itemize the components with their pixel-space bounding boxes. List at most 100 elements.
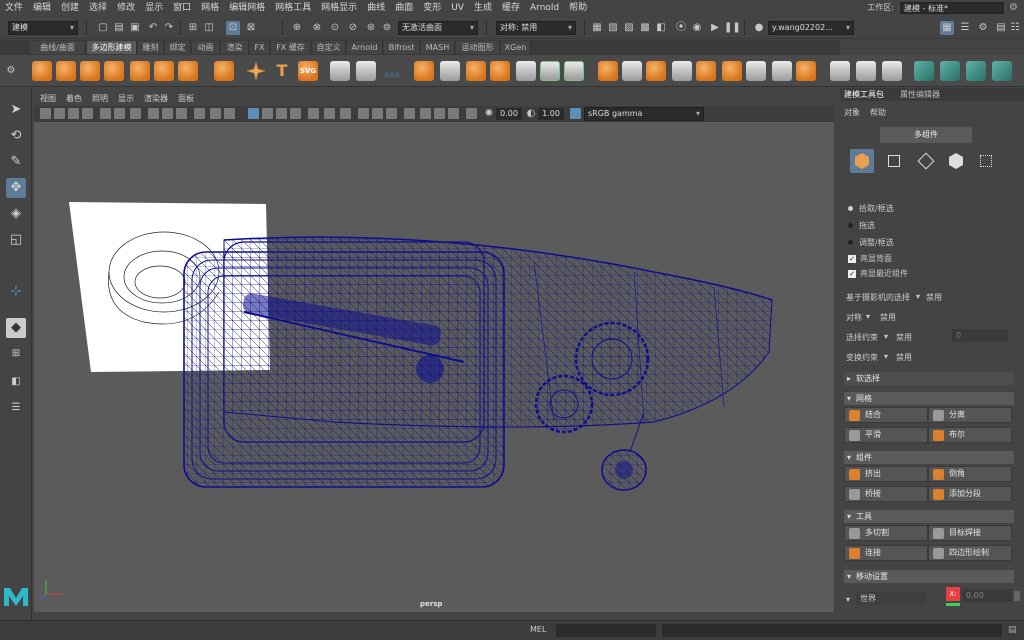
menu-item[interactable]: 创建	[56, 0, 84, 16]
connect-button[interactable]: 连接	[844, 545, 928, 561]
component-display-icon[interactable]	[466, 108, 477, 119]
mesh-section-header[interactable]: 网格	[844, 392, 1014, 405]
combine-button[interactable]: 结合	[844, 407, 928, 423]
show-manipulator-icon[interactable]: ⊹	[6, 282, 26, 302]
menu-item[interactable]: 选择	[84, 0, 112, 16]
poly-torus-icon[interactable]	[130, 61, 150, 81]
shelf-tab[interactable]: XGen	[501, 41, 531, 54]
script-editor-icon[interactable]: ▤	[1008, 625, 1020, 637]
user-avatar-icon[interactable]: ●	[752, 21, 766, 35]
snap-curve-icon[interactable]: ⊗	[310, 21, 324, 35]
select-constraint-field[interactable]: 0	[952, 329, 1008, 342]
viewport-menu-item[interactable]: 照明	[92, 92, 108, 106]
menu-item[interactable]: 文件	[0, 0, 28, 16]
tweak-marquee-radio[interactable]: 调整/框选	[848, 237, 894, 248]
symmetry-value[interactable]: 禁用	[880, 312, 896, 323]
insert-edge-loop-icon[interactable]	[856, 61, 876, 81]
menu-item[interactable]: Arnold	[525, 0, 564, 16]
exposure-icon[interactable]: ✺	[482, 107, 496, 121]
select-hierarchy-icon[interactable]: ⊞	[186, 21, 200, 35]
fill-hole-icon[interactable]	[696, 61, 716, 81]
quad-draw-button[interactable]: 四边形绘制	[928, 545, 1012, 561]
wireframe-gear-large[interactable]	[574, 321, 650, 397]
cylindrical-mapping-icon[interactable]	[966, 61, 986, 81]
extrude-icon[interactable]	[598, 61, 618, 81]
scene-canvas[interactable]	[34, 122, 834, 612]
remesh-icon[interactable]	[564, 61, 584, 81]
chamfer-icon[interactable]	[796, 61, 816, 81]
freeze-transform-icon[interactable]: 0,0,0	[382, 61, 402, 81]
rotate-tool-icon[interactable]: ◈	[6, 204, 26, 224]
pick-marquee-radio[interactable]: 拾取/框选	[848, 203, 894, 214]
type-tool-icon[interactable]: T	[272, 61, 292, 81]
play-icon[interactable]: ▶	[708, 21, 722, 35]
drag-radio[interactable]: 拖选	[848, 220, 875, 231]
wireframe-housing-mesh[interactable]	[183, 241, 505, 488]
poly-cone-icon[interactable]	[104, 61, 124, 81]
menu-item[interactable]: 变形	[418, 0, 446, 16]
viewport-menu-item[interactable]: 着色	[66, 92, 82, 106]
depth-of-field-icon[interactable]	[372, 108, 383, 119]
user-account-dropdown[interactable]: y.wang02202...	[768, 21, 854, 35]
platonic-solid-icon[interactable]	[214, 61, 234, 81]
poly-plane-icon[interactable]	[154, 61, 174, 81]
bevel-button[interactable]: 倒角	[928, 466, 1012, 482]
modeling-toolkit-toggle-icon[interactable]: ▦	[940, 21, 954, 35]
image-plane-icon[interactable]	[68, 108, 79, 119]
make-live-icon[interactable]: ⊚	[380, 21, 394, 35]
viewport-menu-item[interactable]: 显示	[118, 92, 134, 106]
shelf-tab[interactable]: 雕刻	[138, 41, 164, 54]
menu-item[interactable]: 窗口	[168, 0, 196, 16]
construction-history-icon[interactable]: ▧	[606, 21, 620, 35]
separate-button[interactable]: 分离	[928, 407, 1012, 423]
2d-pan-zoom-icon[interactable]	[82, 108, 93, 119]
uv-mode-icon[interactable]	[974, 149, 998, 173]
menu-item[interactable]: 曲面	[390, 0, 418, 16]
shelf-tab[interactable]: 曲线/曲面	[30, 41, 86, 54]
soft-selection-section[interactable]: 软选择	[844, 372, 1014, 385]
boolean-button[interactable]: 布尔	[928, 427, 1012, 443]
shelf-tab[interactable]: 自定义	[312, 41, 346, 54]
live-surface-field[interactable]: 无激活曲面	[398, 21, 478, 35]
menu-item[interactable]: 编辑网格	[224, 0, 270, 16]
multi-component-button[interactable]: 多组件	[880, 127, 972, 143]
menu-item[interactable]: 生成	[469, 0, 497, 16]
field-chart-icon[interactable]	[176, 108, 187, 119]
four-view-layout-icon[interactable]: ⊞	[6, 344, 26, 364]
gate-mask-icon[interactable]	[162, 108, 173, 119]
menu-item[interactable]: 网格显示	[316, 0, 362, 16]
lasso-tool-icon[interactable]: ⟲	[6, 126, 26, 146]
poly-cube-icon[interactable]	[56, 61, 76, 81]
bridge-button[interactable]: 桥接	[844, 486, 928, 502]
shelf-tab[interactable]: FX	[250, 41, 270, 54]
gamma-icon[interactable]: ◐	[524, 107, 538, 121]
components-section-header[interactable]: 组件	[844, 451, 1014, 464]
shadows-icon[interactable]	[308, 108, 319, 119]
film-gate-icon[interactable]	[130, 108, 141, 119]
exposure-field[interactable]: 0.00	[496, 108, 522, 120]
menu-item[interactable]: 缓存	[497, 0, 525, 16]
wireframe-on-shaded-icon[interactable]	[262, 108, 273, 119]
motion-blur-icon[interactable]	[340, 108, 351, 119]
tab-attribute-editor[interactable]: 属性编辑器	[900, 88, 940, 101]
highlight-nearest-checkbox[interactable]: ✓ 亮显最近组件	[848, 268, 908, 279]
hypershade-icon[interactable]: ◉	[690, 21, 704, 35]
select-mask-icon[interactable]: ⊠	[244, 21, 258, 35]
viewport-menu-item[interactable]: 视图	[40, 92, 56, 106]
make-hole-icon[interactable]	[722, 61, 742, 81]
ipr-render-icon[interactable]: ◧	[654, 21, 668, 35]
booleans-icon[interactable]	[490, 61, 510, 81]
camera-attributes-icon[interactable]	[40, 108, 51, 119]
panel-scrollbar[interactable]	[1014, 591, 1020, 601]
select-tool-icon[interactable]: ➤	[6, 100, 26, 120]
attribute-editor-toggle-icon[interactable]: ☰	[958, 21, 972, 35]
help-menu[interactable]: 帮助	[870, 107, 886, 118]
smooth-icon[interactable]	[516, 61, 536, 81]
menu-item[interactable]: 编辑	[28, 0, 56, 16]
snap-point-icon[interactable]: ⊙	[328, 21, 342, 35]
svg-tool-icon[interactable]: SVG	[298, 61, 318, 81]
render-view-icon[interactable]: ▨	[622, 21, 636, 35]
center-pivot-icon[interactable]	[356, 61, 376, 81]
gear-icon[interactable]: ⚙	[1009, 2, 1020, 13]
append-polygon-icon[interactable]	[672, 61, 692, 81]
